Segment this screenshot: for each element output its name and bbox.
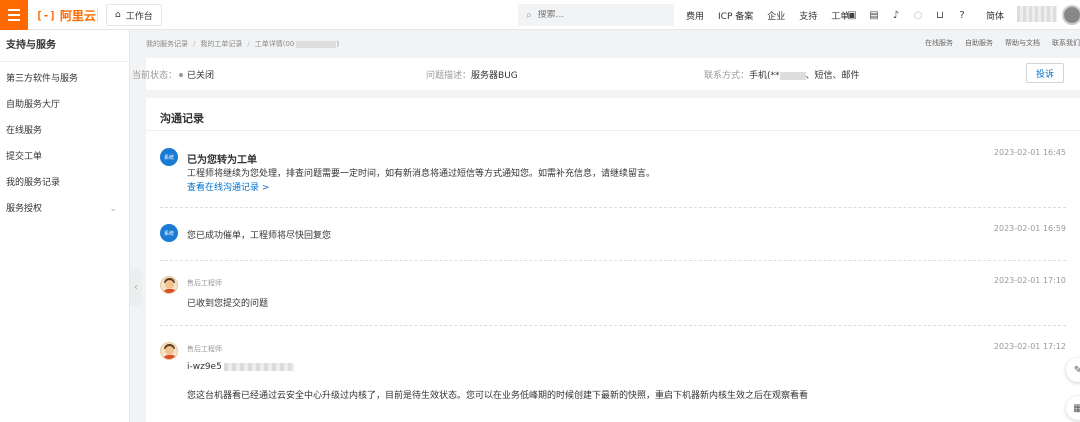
chevron-left-icon: ‹ — [134, 281, 138, 293]
home-icon: ⌂ — [115, 10, 121, 20]
nav-link-fees[interactable]: 费用 — [686, 9, 704, 22]
instance-id: i-wz9e5 — [187, 362, 294, 372]
record-text: 已收到您提交的问题 — [187, 299, 269, 309]
sidebar-item-online-service[interactable]: 在线服务 — [0, 118, 129, 144]
link-online-service[interactable]: 在线服务 — [925, 38, 953, 48]
breadcrumb-item[interactable]: 我的工单记录 — [200, 39, 242, 49]
sidebar-item-submit-ticket[interactable]: 提交工单 — [0, 144, 129, 170]
sidebar-item-third-party[interactable]: 第三方软件与服务 — [0, 66, 129, 92]
top-nav: 费用 ICP 备案 企业 支持 工单 — [686, 0, 863, 30]
sidebar-collapse-handle[interactable]: ‹ — [130, 268, 142, 306]
instance-id-prefix: i-wz9e5 — [187, 362, 222, 372]
communication-record-card: 沟通记录 系统 已为您转为工单 2023-02-01 16:45 工程师将继续为… — [146, 98, 1080, 422]
status-contact: 联系方式：手机(** 、短信、邮件 — [704, 68, 860, 81]
engineer-avatar — [160, 342, 178, 360]
nav-link-enterprise[interactable]: 企业 — [767, 9, 785, 22]
menu-icon — [8, 9, 20, 11]
status-dot — [179, 73, 184, 77]
logo-text: 阿里云 — [59, 9, 96, 23]
message-icon[interactable]: ▤ — [868, 9, 880, 21]
breadcrumb-item[interactable]: 我的服务记录 — [146, 39, 188, 49]
desc-value: 服务器BUG — [471, 71, 518, 81]
menu-button[interactable] — [0, 0, 28, 30]
desc-label: 问题描述： — [426, 71, 472, 81]
link-help-docs[interactable]: 帮助与文档 — [1005, 38, 1040, 48]
edit-float-button[interactable]: ✎ — [1066, 358, 1080, 382]
chevron-down-icon: ⌄ — [109, 204, 117, 214]
search-box[interactable]: ⌕ — [518, 4, 674, 26]
user-avatar[interactable] — [1062, 5, 1080, 25]
breadcrumb: 我的服务记录 / 我的工单记录 / 工单详情(00 ) — [146, 39, 340, 49]
nav-link-support[interactable]: 支持 — [799, 9, 817, 22]
nav-link-icp[interactable]: ICP 备案 — [718, 9, 753, 22]
help-icon[interactable]: ? — [956, 9, 968, 21]
workbench-button[interactable]: ⌂ 工作台 — [106, 4, 162, 26]
card-title: 沟通记录 — [160, 112, 204, 125]
logo[interactable]: [-] 阿里云 — [36, 7, 96, 24]
state-value: 已关闭 — [187, 71, 215, 81]
system-badge: 系统 — [160, 224, 178, 242]
edit-icon: ✎ — [1073, 364, 1080, 376]
engineer-avatar — [160, 276, 178, 294]
sidebar-item-my-records[interactable]: 我的服务记录 — [0, 170, 129, 196]
sidebar-item-self-service[interactable]: 自助服务大厅 — [0, 92, 129, 118]
bulb-icon[interactable]: ○ — [912, 9, 924, 21]
feedback-icon: ▦ — [1073, 402, 1080, 414]
divider — [97, 8, 98, 22]
record-sender: 售后工程师 — [187, 345, 222, 353]
top-bar: [-] 阿里云 ⌂ 工作台 ⌕ 费用 ICP 备案 企业 支持 工单 ▣ ▤ ♪… — [0, 0, 1080, 30]
divider — [146, 130, 1080, 131]
console-icon[interactable]: ▣ — [846, 9, 858, 21]
logo-icon: [-] — [36, 9, 56, 22]
header-links: 在线服务 自助服务 帮助与文档 联系我们 — [913, 38, 1080, 48]
record-time: 2023-02-01 16:45 — [993, 148, 1066, 157]
contact-label: 联系方式： — [704, 71, 750, 81]
record-time: 2023-02-01 17:12 — [993, 342, 1066, 351]
redacted-ticket-id — [296, 40, 337, 48]
link-contact-us[interactable]: 联系我们 — [1052, 38, 1080, 48]
breadcrumb-suffix: ) — [336, 40, 340, 48]
sidebar-item-label: 服务授权 — [6, 204, 43, 214]
record-text: 您已成功催单，工程师将尽快回复您 — [187, 231, 332, 241]
language-switch[interactable]: 简体 — [986, 9, 1004, 22]
sidebar-title: 支持与服务 — [0, 30, 129, 62]
user-name-redacted[interactable] — [1017, 6, 1057, 22]
status-description: 问题描述：服务器BUG — [426, 68, 518, 81]
cart-icon[interactable]: ⊔ — [934, 9, 946, 21]
record-text: 您这台机器看已经通过云安全中心升级过内核了，目前是待生效状态。您可以在业务低峰期… — [187, 391, 809, 401]
sidebar: 支持与服务 第三方软件与服务 自助服务大厅 在线服务 提交工单 我的服务记录 服… — [0, 30, 130, 422]
complain-button[interactable]: 投诉 — [1026, 63, 1064, 83]
record-time: 2023-02-01 16:59 — [993, 224, 1066, 233]
ticket-status-bar: 当前状态： 已关闭 问题描述：服务器BUG 联系方式：手机(** 、短信、邮件 投诉 — [132, 58, 1080, 90]
status-state: 当前状态： 已关闭 — [132, 68, 214, 81]
breadcrumb-current: 工单详情(00 — [254, 40, 295, 48]
link-self-service[interactable]: 自助服务 — [965, 38, 993, 48]
workbench-label: 工作台 — [125, 11, 153, 22]
contact-suffix: 、短信、邮件 — [805, 71, 860, 81]
record-sender: 售后工程师 — [187, 279, 222, 287]
feedback-float-button[interactable]: ▦ — [1066, 396, 1080, 420]
record-text: 工程师将继续为您处理，排查问题需要一定时间，如有新消息将通过短信等方式通知您。如… — [187, 169, 656, 179]
search-input[interactable] — [537, 10, 658, 20]
record-title: 已为您转为工单 — [187, 155, 257, 166]
search-icon: ⌕ — [526, 9, 532, 21]
bell-icon[interactable]: ♪ — [890, 9, 902, 21]
top-icons: ▣ ▤ ♪ ○ ⊔ ? — [846, 0, 968, 30]
contact-prefix: 手机(** — [749, 71, 780, 81]
record-time: 2023-02-01 17:10 — [993, 276, 1066, 285]
redacted-phone — [779, 71, 806, 80]
view-chat-history-link[interactable]: 查看在线沟通记录 > — [187, 180, 269, 193]
state-label: 当前状态： — [132, 71, 178, 81]
redacted-instance-id — [223, 362, 294, 371]
system-badge: 系统 — [160, 148, 178, 166]
sidebar-item-authorization[interactable]: 服务授权 ⌄ — [0, 196, 129, 222]
